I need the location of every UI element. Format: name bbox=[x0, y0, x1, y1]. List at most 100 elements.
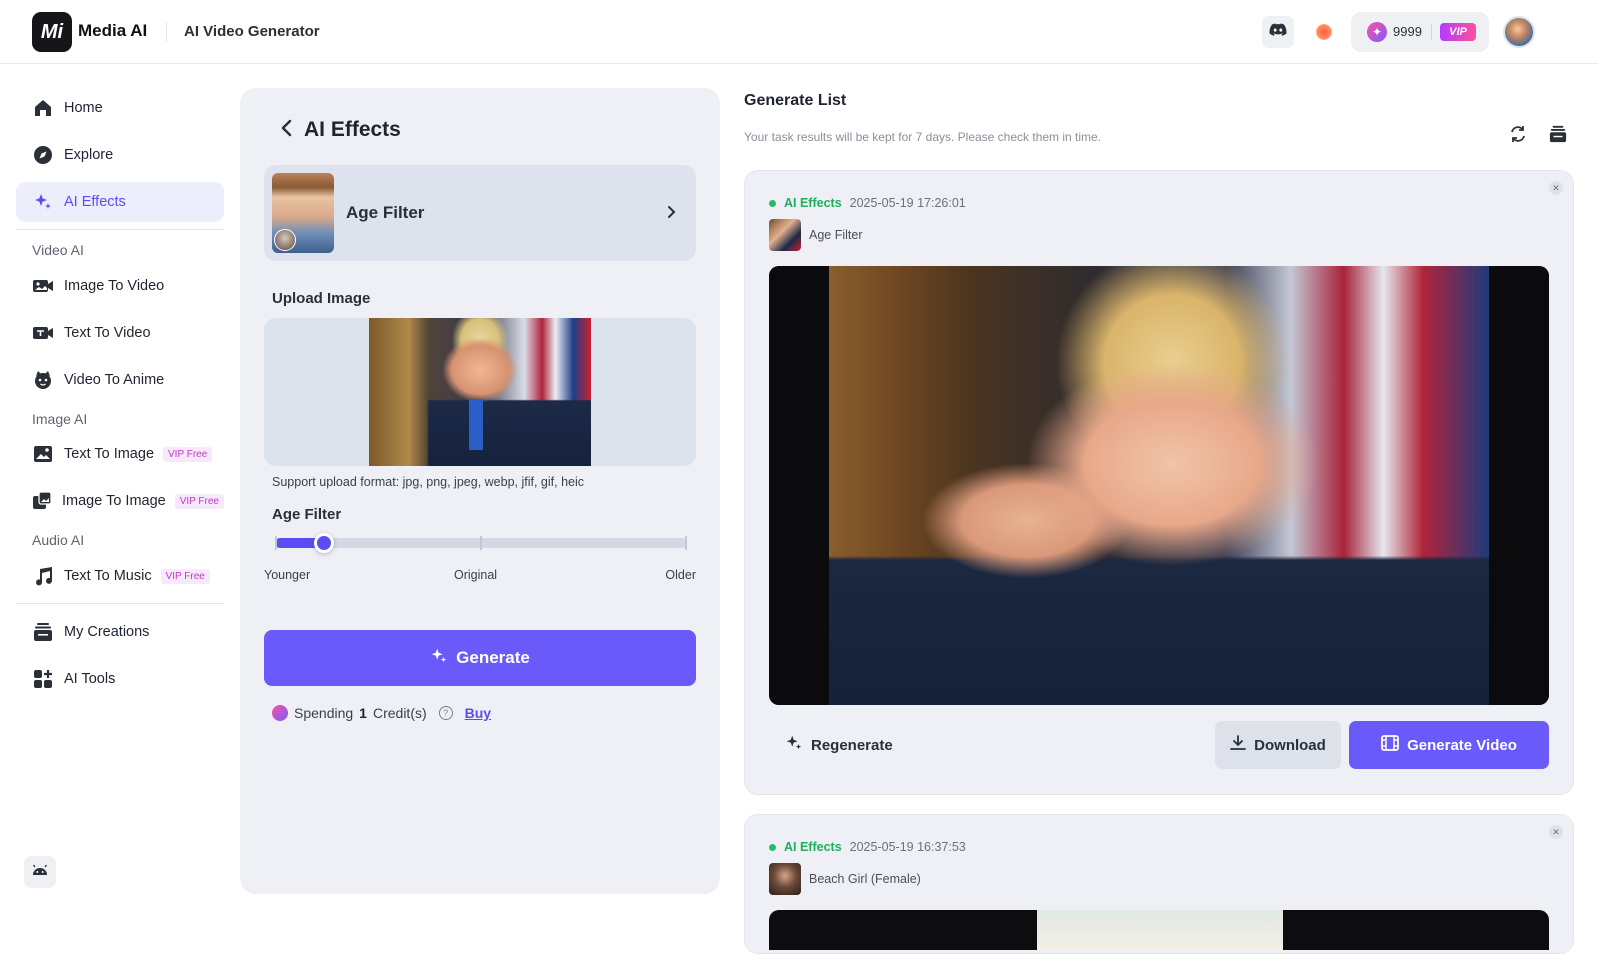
app-logo[interactable]: Mi bbox=[32, 12, 72, 52]
chevron-right-icon bbox=[662, 203, 680, 221]
refresh-button[interactable] bbox=[1508, 125, 1528, 148]
section-label-image: Image AI bbox=[32, 411, 88, 427]
task-effect: Beach Girl (Female) bbox=[769, 863, 921, 895]
result-photo bbox=[829, 266, 1489, 705]
sidebar-item-image-to-image[interactable]: Image To Image VIP Free bbox=[16, 481, 224, 521]
task-effect: Age Filter bbox=[769, 219, 863, 251]
download-icon bbox=[1230, 735, 1247, 755]
effect-thumbnail-mini bbox=[274, 229, 296, 251]
credit-icon bbox=[272, 705, 288, 721]
vip-free-badge: VIP Free bbox=[174, 493, 224, 509]
header-divider bbox=[166, 22, 167, 42]
sidebar-item-label: Text To Video bbox=[64, 325, 151, 341]
task-meta: AI Effects 2025-05-19 16:37:53 bbox=[769, 840, 966, 854]
sidebar-divider bbox=[16, 229, 224, 230]
android-app-button[interactable] bbox=[24, 856, 56, 888]
text-video-icon bbox=[32, 322, 54, 344]
spending-suffix: Credit(s) bbox=[372, 705, 427, 721]
section-label-audio: Audio AI bbox=[32, 532, 85, 548]
sidebar-item-image-to-video[interactable]: Image To Video bbox=[16, 266, 224, 306]
home-icon bbox=[32, 97, 54, 119]
sidebar-item-ai-effects[interactable]: AI Effects bbox=[16, 182, 224, 222]
sidebar-item-label: Home bbox=[64, 100, 103, 116]
sidebar-item-text-to-music[interactable]: Text To Music VIP Free bbox=[16, 556, 224, 596]
sidebar-item-home[interactable]: Home bbox=[16, 88, 224, 128]
sidebar-item-my-creations[interactable]: My Creations bbox=[16, 612, 224, 652]
notification-dot[interactable] bbox=[1316, 24, 1332, 40]
generate-list-title: Generate List bbox=[744, 92, 847, 109]
refresh-icon bbox=[1509, 125, 1527, 148]
slider-tick bbox=[275, 536, 277, 550]
android-icon bbox=[32, 863, 48, 881]
sparkle-icon bbox=[785, 734, 803, 756]
sidebar-item-explore[interactable]: Explore bbox=[16, 135, 224, 175]
download-button[interactable]: Download bbox=[1215, 721, 1341, 769]
close-icon[interactable]: ✕ bbox=[1549, 181, 1563, 195]
anime-face-icon bbox=[32, 369, 54, 391]
task-card: ✕ AI Effects 2025-05-19 16:37:53 Beach G… bbox=[744, 814, 1574, 954]
result-photo bbox=[1037, 910, 1283, 950]
vip-free-badge: VIP Free bbox=[163, 446, 213, 462]
age-slider-thumb[interactable] bbox=[314, 533, 334, 553]
image-swap-icon bbox=[32, 490, 52, 512]
sparkle-icon bbox=[430, 647, 448, 670]
top-header: Mi Media AI AI Video Generator ✦ 9999 VI… bbox=[0, 0, 1598, 64]
task-card: ✕ AI Effects 2025-05-19 17:26:01 Age Fil… bbox=[744, 170, 1574, 795]
discord-icon bbox=[1269, 23, 1287, 42]
letterbox-left bbox=[769, 266, 829, 705]
sidebar-item-label: My Creations bbox=[64, 624, 150, 640]
effect-selector[interactable]: Age Filter bbox=[264, 165, 696, 261]
spending-amount: 1 bbox=[359, 705, 367, 721]
generate-video-label: Generate Video bbox=[1407, 736, 1517, 754]
sidebar-item-label: Text To Music bbox=[64, 568, 152, 584]
creations-button[interactable] bbox=[1548, 125, 1568, 148]
sidebar-item-label: Image To Image bbox=[62, 493, 166, 509]
chevron-left-icon bbox=[280, 119, 292, 142]
discord-button[interactable] bbox=[1262, 16, 1294, 48]
result-image[interactable] bbox=[769, 910, 1549, 950]
result-image[interactable] bbox=[769, 266, 1549, 705]
task-meta: AI Effects 2025-05-19 17:26:01 bbox=[769, 196, 966, 210]
sparkle-icon bbox=[32, 191, 54, 213]
sidebar-item-ai-tools[interactable]: AI Tools bbox=[16, 659, 224, 699]
slider-mid-label: Original bbox=[454, 568, 498, 582]
back-button[interactable] bbox=[276, 119, 296, 142]
age-slider[interactable] bbox=[275, 533, 687, 553]
slider-tick bbox=[480, 536, 482, 550]
help-icon[interactable]: ? bbox=[438, 706, 453, 720]
task-time: 2025-05-19 17:26:01 bbox=[849, 196, 966, 210]
sidebar-item-text-to-video[interactable]: Text To Video bbox=[16, 313, 224, 353]
close-icon[interactable]: ✕ bbox=[1549, 825, 1563, 839]
buy-link[interactable]: Buy bbox=[465, 705, 491, 721]
task-time: 2025-05-19 16:37:53 bbox=[849, 840, 966, 854]
section-label-video: Video AI bbox=[32, 242, 84, 258]
slider-min-label: Younger bbox=[264, 568, 311, 582]
layers-icon bbox=[32, 621, 54, 643]
image-video-icon bbox=[32, 275, 54, 297]
sidebar-item-label: Video To Anime bbox=[64, 372, 165, 388]
status-dot bbox=[769, 199, 776, 207]
spending-info: Spending 1 Credit(s) ? Buy bbox=[272, 705, 491, 721]
compass-icon bbox=[32, 144, 54, 166]
status-dot bbox=[769, 843, 776, 851]
user-avatar[interactable] bbox=[1503, 16, 1535, 48]
upload-dropzone[interactable] bbox=[264, 318, 696, 466]
generate-video-button[interactable]: Generate Video bbox=[1349, 721, 1549, 769]
credits-pill[interactable]: ✦ 9999 VIP bbox=[1351, 12, 1489, 52]
effects-panel: AI Effects Age Filter Upload Image Suppo… bbox=[240, 88, 720, 894]
sidebar-item-video-to-anime[interactable]: Video To Anime bbox=[16, 360, 224, 400]
brand-name[interactable]: Media AI bbox=[78, 21, 147, 41]
sidebar-item-text-to-image[interactable]: Text To Image VIP Free bbox=[16, 434, 224, 474]
regenerate-button[interactable]: Regenerate bbox=[785, 721, 893, 769]
task-type: AI Effects bbox=[784, 840, 842, 854]
sidebar: Home Explore AI Effects Video AI Image T… bbox=[0, 64, 238, 919]
spending-prefix: Spending bbox=[294, 705, 354, 721]
upload-label: Upload Image bbox=[272, 290, 371, 307]
task-effect-name: Age Filter bbox=[809, 228, 863, 242]
vip-badge[interactable]: VIP bbox=[1440, 23, 1476, 41]
generate-button[interactable]: Generate bbox=[264, 630, 696, 686]
sidebar-item-label: AI Tools bbox=[64, 671, 116, 687]
sidebar-divider bbox=[16, 603, 224, 604]
credit-count: 9999 bbox=[1393, 24, 1422, 39]
layers-icon bbox=[1549, 125, 1567, 148]
